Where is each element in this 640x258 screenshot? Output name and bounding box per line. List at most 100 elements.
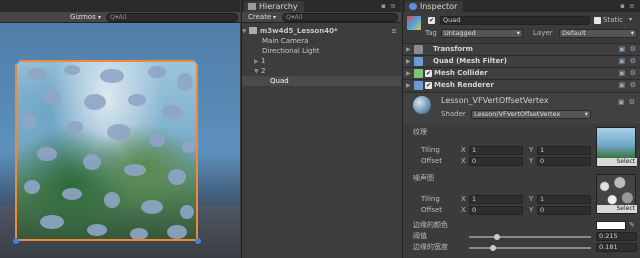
component-transform[interactable]: ▶ Transform ▣ ⚙: [403, 43, 640, 54]
tiling-x-label: X: [461, 146, 466, 154]
hierarchy-item-label: Main Camera: [262, 37, 309, 45]
tiling-y-field[interactable]: 1: [537, 146, 591, 155]
offset-x-field[interactable]: 0: [469, 206, 523, 215]
material-preview-sphere: [413, 96, 431, 114]
static-dropdown-icon[interactable]: ▾: [629, 15, 632, 25]
edge-color-label: 边缘的颜色: [413, 221, 448, 229]
expand-arrow-icon[interactable]: ▶: [406, 68, 411, 79]
offset-y-label: Y: [529, 206, 534, 214]
edge-color-swatch[interactable]: [596, 221, 626, 230]
hierarchy-search-input[interactable]: Q▾All: [282, 13, 398, 22]
tiling-x-field[interactable]: 1: [469, 195, 523, 204]
object-name-field[interactable]: Quad: [440, 16, 590, 25]
component-mesh-renderer[interactable]: ▶ ✔ Mesh Renderer ▣ ⚙: [403, 79, 640, 90]
vertex-handle[interactable]: [195, 238, 201, 244]
component-settings-icon[interactable]: ▣ ⚙: [619, 81, 637, 90]
tiling-label: Tiling: [421, 146, 440, 154]
expand-arrow-icon[interactable]: ▶: [406, 80, 411, 91]
gameobject-icon: [407, 16, 421, 30]
offset-y-field[interactable]: 0: [537, 157, 591, 166]
eyedropper-icon[interactable]: ✎: [629, 220, 635, 230]
noise-texture-thumbnail[interactable]: Select: [596, 174, 637, 214]
panel-menu-icon[interactable]: ▪ ≡: [381, 2, 397, 10]
offset-x-label: X: [461, 206, 466, 214]
offset-y-label: Y: [529, 157, 534, 165]
quad-object[interactable]: [15, 60, 198, 241]
component-settings-icon[interactable]: ▣ ⚙: [619, 57, 637, 66]
hierarchy-item-label: 1: [261, 57, 266, 65]
tab-hierarchy[interactable]: Hierarchy: [244, 1, 304, 12]
texture-thumbnail[interactable]: Select: [596, 127, 637, 167]
hierarchy-item-label: Directional Light: [262, 47, 320, 55]
tab-inspector[interactable]: Inspector: [405, 1, 464, 12]
unity-scene-icon: [249, 27, 257, 34]
gizmos-menu[interactable]: Gizmos: [70, 13, 96, 22]
panel-menu-icon[interactable]: ▪ ≡: [620, 2, 636, 10]
chevron-down-icon: ▾: [516, 29, 520, 37]
edge-width-slider[interactable]: [469, 242, 591, 254]
static-checkbox[interactable]: [594, 17, 601, 24]
inspector-panel: Inspector ▪ ≡ ✔ Quad Static ▾ Tag Untagg…: [402, 0, 640, 258]
vertex-handle[interactable]: [195, 58, 201, 64]
hierarchy-item-2[interactable]: ▼ 2: [242, 66, 401, 76]
create-button[interactable]: Create: [248, 13, 271, 22]
tiling-y-label: Y: [529, 146, 534, 154]
offset-x-field[interactable]: 0: [469, 157, 523, 166]
component-label: Mesh Collider: [434, 69, 488, 77]
tiling-x-field[interactable]: 1: [469, 146, 523, 155]
edge-width-value-field[interactable]: 0.181: [596, 243, 637, 252]
component-label: Quad (Mesh Filter): [433, 57, 507, 65]
layer-label: Layer: [533, 29, 553, 37]
hierarchy-tabbar: Hierarchy ▪ ≡: [242, 0, 401, 12]
scene-root-label: m3w4d5_Lesson40*: [260, 27, 338, 35]
shader-label: Shader: [441, 110, 466, 118]
active-checkbox[interactable]: ✔: [428, 17, 435, 24]
component-mesh-filter[interactable]: ▶ Quad (Mesh Filter) ▣ ⚙: [403, 55, 640, 66]
offset-y-field[interactable]: 0: [537, 206, 591, 215]
component-mesh-collider[interactable]: ▶ ✔ Mesh Collider ▣ ⚙: [403, 67, 640, 78]
scene-tabbar: [0, 0, 240, 12]
tag-value: Untagged: [444, 29, 476, 37]
hierarchy-item-quad[interactable]: Quad: [242, 76, 401, 86]
edge-width-label: 边缘的宽度: [413, 243, 448, 251]
static-label: Static: [603, 16, 624, 24]
material-name: Lesson_VFVertOffsetVertex: [441, 96, 549, 105]
threshold-label: 阈值: [413, 232, 427, 240]
scene-search-input[interactable]: Q▾All: [106, 13, 238, 22]
slider-knob[interactable]: [493, 234, 500, 240]
hierarchy-panel: Hierarchy ▪ ≡ Create ▾ Q▾All ▼ m3w4d5_Les…: [241, 0, 401, 258]
component-settings-icon[interactable]: ▣ ⚙: [619, 69, 637, 78]
expand-arrow-icon[interactable]: ▶: [406, 44, 411, 55]
mesh-renderer-icon: [414, 81, 423, 90]
tiling-y-field[interactable]: 1: [537, 195, 591, 204]
shader-dropdown[interactable]: Lesson/VFVertOffsetVertex ▾: [471, 110, 591, 119]
hierarchy-item-label: 2: [261, 67, 266, 75]
select-noise-button[interactable]: Select: [597, 205, 637, 213]
component-settings-icon[interactable]: ▣ ⚙: [619, 45, 637, 54]
vertex-handle[interactable]: [13, 238, 19, 244]
component-label: Transform: [433, 45, 473, 53]
component-enabled-checkbox[interactable]: ✔: [425, 70, 432, 77]
slider-knob[interactable]: [489, 245, 496, 251]
hierarchy-item-main-camera[interactable]: Main Camera: [242, 36, 401, 46]
inspector-tabbar: Inspector ▪ ≡: [403, 0, 640, 12]
dissolve-holes: [22, 65, 196, 239]
scene-view[interactable]: Gizmos ▾ Q▾All: [0, 0, 240, 258]
scene-root-item[interactable]: ▼ m3w4d5_Lesson40* ≡: [242, 26, 401, 36]
hierarchy-toolbar: Create ▾ Q▾All: [242, 12, 401, 23]
threshold-value-field[interactable]: 0.215: [596, 232, 637, 241]
select-texture-button[interactable]: Select: [597, 158, 637, 166]
scene-menu-icon[interactable]: ≡: [391, 26, 397, 36]
tag-dropdown[interactable]: Untagged ▾: [441, 29, 523, 38]
hierarchy-item-directional-light[interactable]: Directional Light: [242, 46, 401, 56]
vertex-handle[interactable]: [13, 58, 19, 64]
mesh-filter-icon: [414, 57, 423, 66]
hierarchy-item-1[interactable]: ▶ 1: [242, 56, 401, 66]
expand-arrow-icon[interactable]: ▶: [406, 56, 411, 67]
chevron-down-icon: ▾: [630, 29, 634, 37]
material-settings-icon[interactable]: ▣ ⚙: [618, 98, 636, 107]
create-dropdown-icon[interactable]: ▾: [273, 13, 276, 22]
component-enabled-checkbox[interactable]: ✔: [425, 82, 432, 89]
gizmos-dropdown-icon[interactable]: ▾: [98, 13, 101, 22]
layer-dropdown[interactable]: Default ▾: [559, 29, 637, 38]
